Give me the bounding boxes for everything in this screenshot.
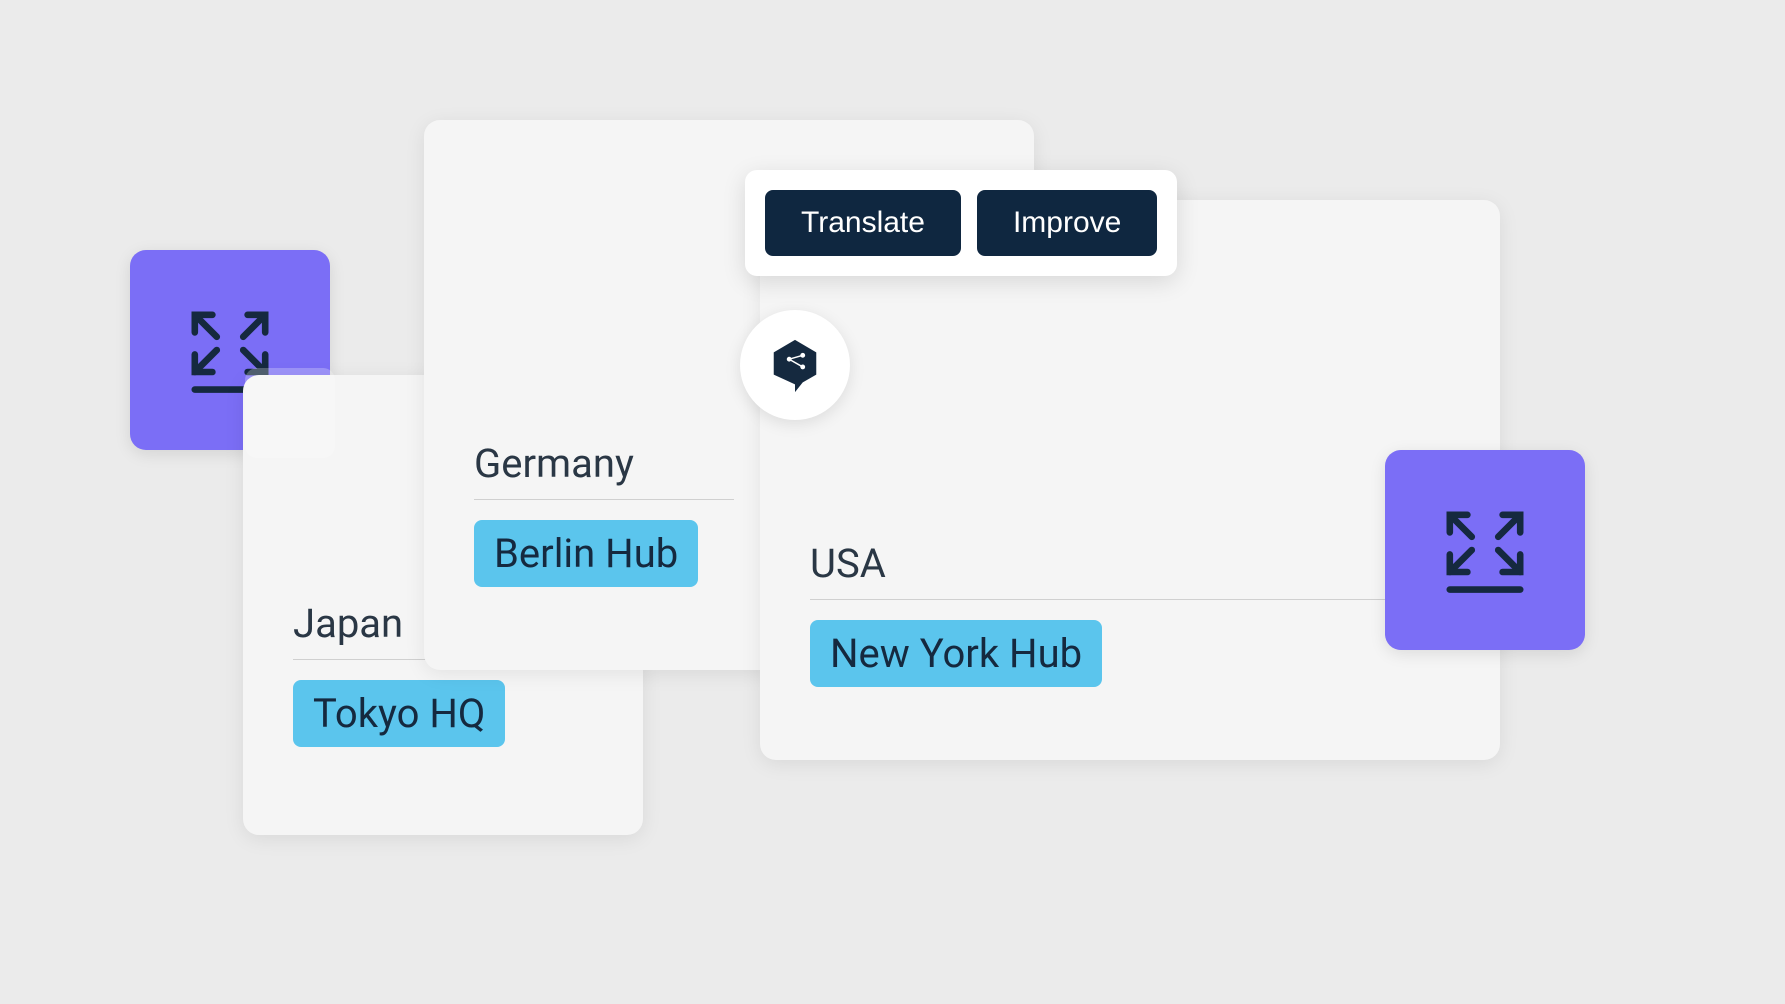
hub-tag[interactable]: Tokyo HQ [293, 680, 505, 747]
hub-tag[interactable]: New York Hub [810, 620, 1102, 687]
chat-hexagon-icon [766, 336, 824, 394]
country-label: Germany [474, 440, 734, 500]
chat-assistant-button[interactable] [740, 310, 850, 420]
expand-card-right[interactable] [1385, 450, 1585, 650]
hub-tag[interactable]: Berlin Hub [474, 520, 698, 587]
expand-icon [1430, 495, 1540, 605]
translate-button[interactable]: Translate [765, 190, 961, 256]
ai-toolbar: Translate Improve [745, 170, 1177, 276]
glass-overlay [245, 368, 335, 458]
improve-button[interactable]: Improve [977, 190, 1157, 256]
country-label: USA [810, 540, 1450, 600]
